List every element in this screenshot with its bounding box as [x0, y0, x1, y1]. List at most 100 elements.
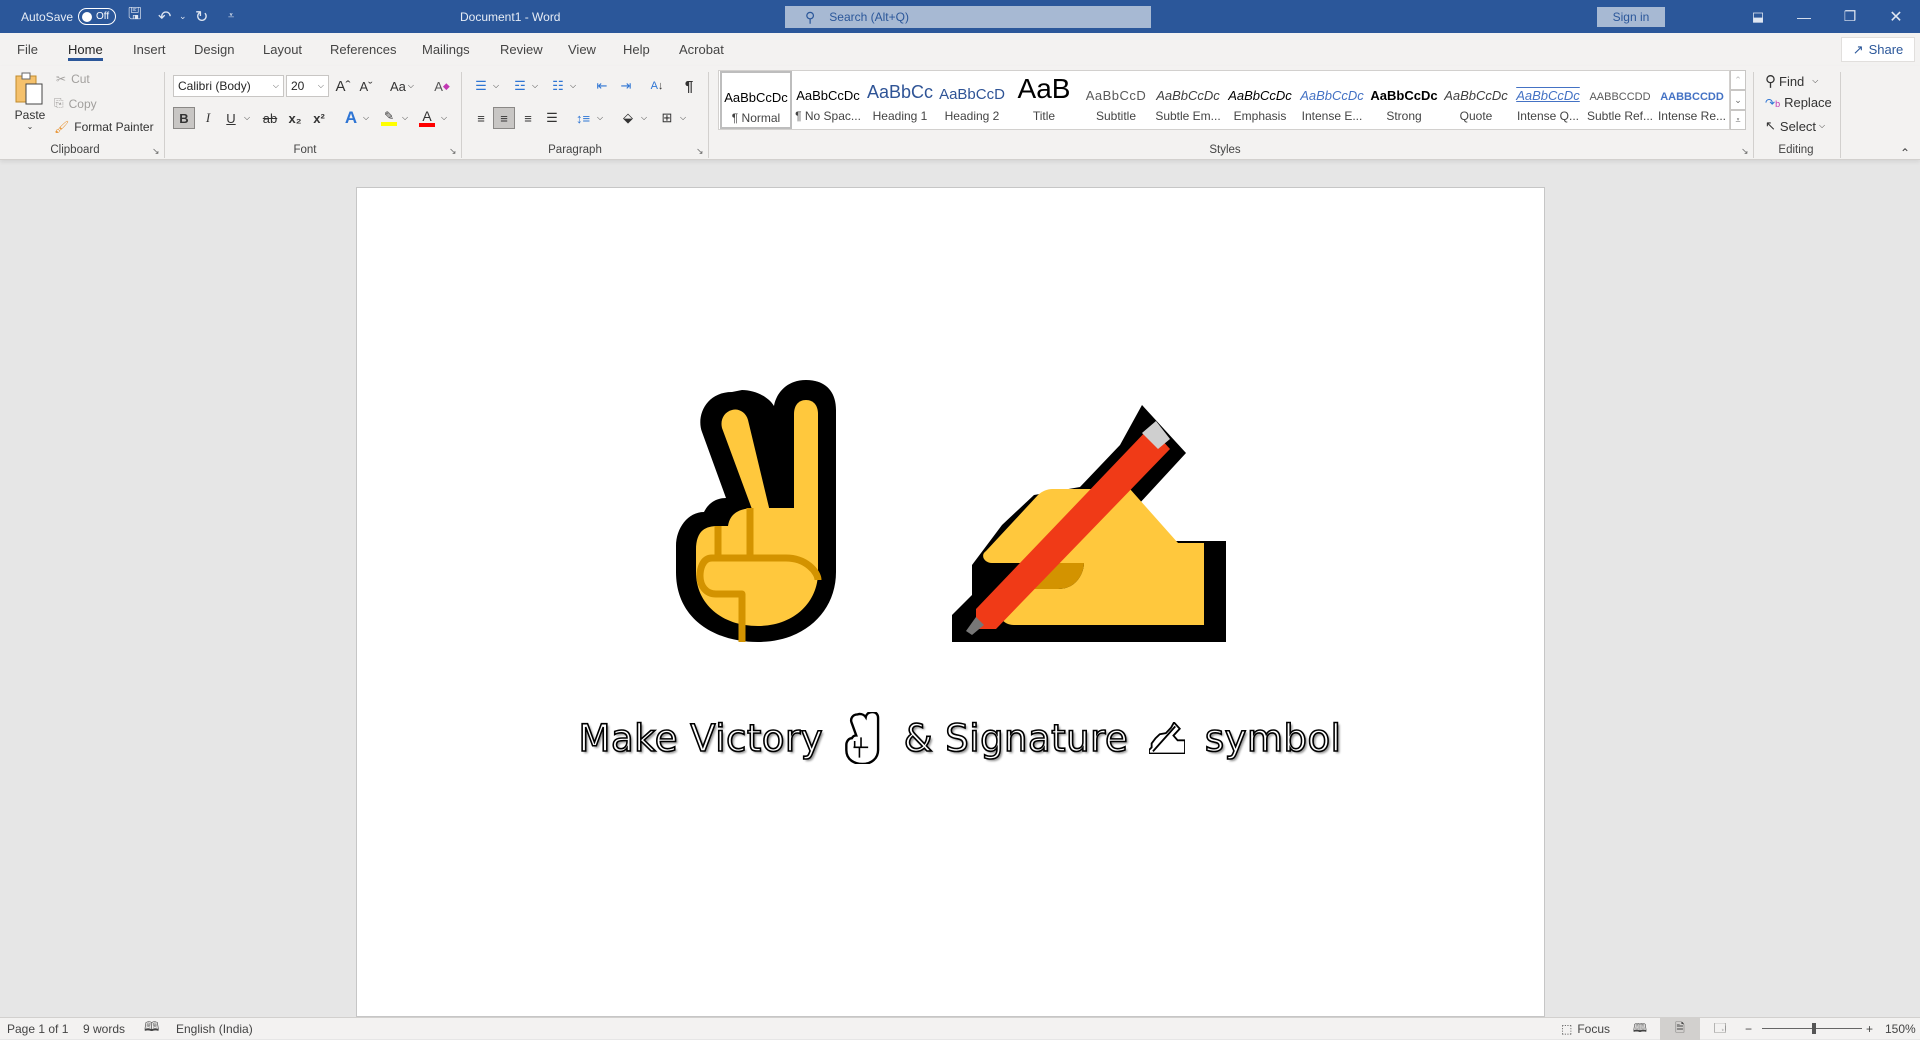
style-subtle-emphasis[interactable]: AaBbCcDc Subtle Em...: [1152, 71, 1224, 129]
borders-icon[interactable]: ⊞: [656, 107, 678, 129]
tab-help[interactable]: Help: [623, 33, 650, 66]
zoom-out-icon[interactable]: −: [1745, 1018, 1752, 1040]
tab-review[interactable]: Review: [500, 33, 543, 66]
sign-in-button[interactable]: Sign in: [1597, 7, 1665, 27]
shading-dropdown-icon[interactable]: ⌵: [638, 107, 650, 129]
style-intense-quote[interactable]: AaBbCcDc Intense Q...: [1512, 71, 1584, 129]
tab-layout[interactable]: Layout: [263, 33, 302, 66]
underline-dropdown-icon[interactable]: ⌵: [241, 107, 253, 129]
tab-file[interactable]: File: [17, 33, 38, 66]
read-mode-icon[interactable]: 🕮: [1630, 1018, 1650, 1040]
change-case-button[interactable]: Aa ⌵: [387, 75, 417, 97]
bullets-dropdown-icon[interactable]: ⌵: [490, 75, 502, 97]
style-strong[interactable]: AaBbCcDc Strong: [1368, 71, 1440, 129]
zoom-slider-thumb[interactable]: [1812, 1023, 1816, 1034]
line-spacing-icon[interactable]: ↕≡: [572, 107, 594, 129]
text-effects-icon[interactable]: A: [340, 107, 362, 129]
find-button[interactable]: ⚲ Find ⌵: [1765, 72, 1818, 90]
style-no-spacing[interactable]: AaBbCcDc ¶ No Spac...: [792, 71, 864, 129]
borders-dropdown-icon[interactable]: ⌵: [677, 107, 689, 129]
document-text-line[interactable]: Make Victory & Signature symbol: [0, 712, 1920, 764]
restore-icon[interactable]: ❐: [1827, 0, 1873, 33]
paragraph-launcher-icon[interactable]: ↘: [696, 146, 704, 157]
subscript-button[interactable]: x₂: [284, 107, 306, 129]
clear-formatting-icon[interactable]: A ◆: [431, 75, 453, 97]
minimize-icon[interactable]: —: [1781, 0, 1827, 33]
styles-launcher-icon[interactable]: ↘: [1741, 146, 1749, 157]
word-count[interactable]: 9 words: [83, 1018, 125, 1040]
tab-view[interactable]: View: [568, 33, 596, 66]
bold-button[interactable]: B: [173, 107, 195, 129]
redo-icon[interactable]: ↻: [195, 0, 208, 33]
multilevel-list-icon[interactable]: ☷: [547, 75, 569, 97]
style-quote[interactable]: AaBbCcDc Quote: [1440, 71, 1512, 129]
italic-button[interactable]: I: [197, 107, 219, 129]
decrease-indent-icon[interactable]: ⇤: [591, 75, 613, 97]
gallery-more-icon[interactable]: ⩡: [1730, 110, 1746, 130]
cut-button[interactable]: ✂ Cut: [56, 72, 90, 86]
multilevel-dropdown-icon[interactable]: ⌵: [567, 75, 579, 97]
highlight-color-button[interactable]: ✎: [378, 107, 400, 129]
align-left-icon[interactable]: ≡: [470, 107, 492, 129]
tab-references[interactable]: References: [330, 33, 396, 66]
collapse-ribbon-icon[interactable]: ⌃: [1900, 146, 1910, 160]
zoom-in-icon[interactable]: +: [1866, 1018, 1873, 1040]
style-heading-2[interactable]: AaBbCcD Heading 2: [936, 71, 1008, 129]
style-emphasis[interactable]: AaBbCcDc Emphasis: [1224, 71, 1296, 129]
share-button[interactable]: ↗ Share: [1841, 37, 1915, 62]
numbering-icon[interactable]: ☲: [509, 75, 531, 97]
style-normal[interactable]: AaBbCcDc ¶ Normal: [720, 71, 792, 129]
replace-button[interactable]: ↷b Replace: [1765, 95, 1832, 110]
format-painter-button[interactable]: 🖌 Format Painter: [54, 120, 154, 134]
strikethrough-button[interactable]: ab: [259, 107, 281, 129]
justify-icon[interactable]: ☰: [541, 107, 563, 129]
tab-mailings[interactable]: Mailings: [422, 33, 470, 66]
clipboard-launcher-icon[interactable]: ↘: [152, 146, 160, 157]
numbering-dropdown-icon[interactable]: ⌵: [529, 75, 541, 97]
undo-icon[interactable]: ↶: [158, 0, 171, 33]
select-button[interactable]: ↖ Select ⌵: [1765, 118, 1825, 134]
ribbon-display-options-icon[interactable]: ⬓: [1735, 0, 1781, 33]
style-intense-reference[interactable]: AABBCCDD Intense Re...: [1656, 71, 1728, 129]
zoom-level[interactable]: 150%: [1885, 1018, 1916, 1040]
increase-indent-icon[interactable]: ⇥: [615, 75, 637, 97]
tab-design[interactable]: Design: [194, 33, 234, 66]
line-spacing-dropdown-icon[interactable]: ⌵: [594, 107, 606, 129]
align-right-icon[interactable]: ≡: [517, 107, 539, 129]
print-layout-icon[interactable]: 🗎: [1660, 1018, 1700, 1040]
style-title[interactable]: AaB Title: [1008, 71, 1080, 129]
font-size-combo[interactable]: 20 ⌵: [286, 75, 329, 97]
show-formatting-button[interactable]: ¶: [678, 75, 700, 97]
paste-button[interactable]: Paste ⌄: [14, 72, 46, 131]
underline-button[interactable]: U: [220, 107, 242, 129]
focus-button[interactable]: ⬚ Focus: [1561, 1018, 1610, 1040]
copy-button[interactable]: ⎘ Copy: [54, 96, 97, 111]
search-box[interactable]: ⚲ Search (Alt+Q): [785, 6, 1151, 28]
page-count[interactable]: Page 1 of 1: [7, 1018, 68, 1040]
save-icon[interactable]: 🖫: [128, 0, 142, 33]
customize-toolbar-icon[interactable]: ⩡: [228, 0, 234, 33]
gallery-scroll-up-icon[interactable]: ⌃: [1730, 70, 1746, 90]
sort-icon[interactable]: A ↓: [646, 75, 668, 97]
paste-dropdown-icon[interactable]: ⌄: [27, 122, 34, 131]
font-color-button[interactable]: A: [416, 107, 438, 129]
style-subtle-reference[interactable]: AABBCCDD Subtle Ref...: [1584, 71, 1656, 129]
close-icon[interactable]: ✕: [1873, 0, 1919, 33]
language[interactable]: English (India): [176, 1018, 253, 1040]
shading-icon[interactable]: ⬙: [617, 107, 639, 129]
font-launcher-icon[interactable]: ↘: [449, 146, 457, 157]
autosave-toggle[interactable]: Off: [78, 8, 116, 25]
align-center-icon[interactable]: ≡: [493, 107, 515, 129]
text-effects-dropdown-icon[interactable]: ⌵: [360, 107, 372, 129]
undo-dropdown-icon[interactable]: ⌄: [179, 0, 187, 33]
highlight-dropdown-icon[interactable]: ⌵: [399, 107, 411, 129]
superscript-button[interactable]: x²: [308, 107, 330, 129]
tab-acrobat[interactable]: Acrobat: [679, 33, 724, 66]
grow-font-icon[interactable]: Aˆ: [332, 75, 354, 97]
font-color-dropdown-icon[interactable]: ⌵: [438, 107, 450, 129]
font-name-combo[interactable]: Calibri (Body) ⌵: [173, 75, 284, 97]
gallery-scroll-down-icon[interactable]: ⌄: [1730, 90, 1746, 110]
tab-insert[interactable]: Insert: [133, 33, 166, 66]
proofing-icon[interactable]: 🕮: [144, 1018, 159, 1040]
bullets-icon[interactable]: ☰: [470, 75, 492, 97]
